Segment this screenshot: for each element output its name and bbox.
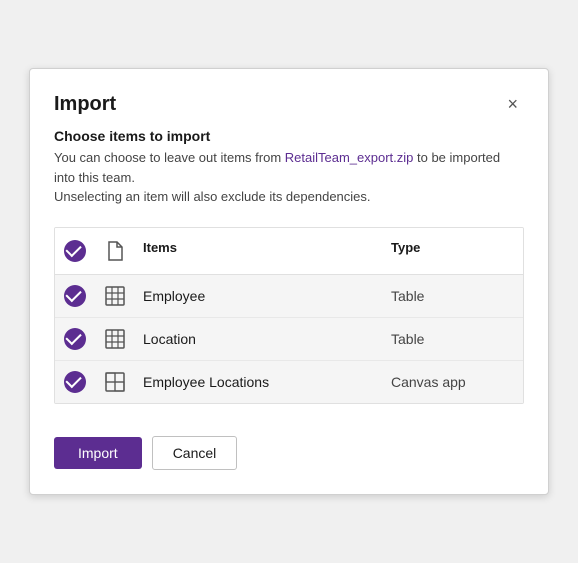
header-check-cell <box>55 236 95 266</box>
row1-icon <box>95 286 135 306</box>
table-header: Items Type <box>55 228 523 275</box>
cancel-button[interactable]: Cancel <box>152 436 238 470</box>
row1-checkmark <box>64 285 86 307</box>
row3-icon <box>95 372 135 392</box>
dialog-subtitle: Choose items to import <box>54 128 524 144</box>
row1-type: Table <box>383 288 523 304</box>
import-button[interactable]: Import <box>54 437 142 469</box>
row2-checkmark <box>64 328 86 350</box>
row2-check[interactable] <box>55 328 95 350</box>
header-file-icon <box>106 241 124 261</box>
header-type: Type <box>383 236 523 266</box>
row3-checkmark <box>64 371 86 393</box>
row2-icon <box>95 329 135 349</box>
header-items: Items <box>135 236 383 266</box>
dialog-title: Import <box>54 93 116 116</box>
row3-check[interactable] <box>55 371 95 393</box>
items-table: Items Type Employee Table <box>54 227 524 404</box>
description-line2: Unselecting an item will also exclude it… <box>54 189 371 204</box>
table-row: Location Table <box>55 318 523 361</box>
dialog-header: Import × <box>54 93 524 116</box>
canvas-icon <box>105 372 125 392</box>
table-icon <box>105 286 125 306</box>
description-file: RetailTeam_export.zip <box>285 150 414 165</box>
row2-type: Table <box>383 331 523 347</box>
header-checkmark <box>64 240 86 262</box>
table-icon <box>105 329 125 349</box>
table-row: Employee Table <box>55 275 523 318</box>
row3-type: Canvas app <box>383 374 523 390</box>
row1-check[interactable] <box>55 285 95 307</box>
header-icon-cell <box>95 236 135 266</box>
row2-name: Location <box>135 331 383 347</box>
row1-name: Employee <box>135 288 383 304</box>
close-button[interactable]: × <box>501 93 524 115</box>
dialog-description: You can choose to leave out items from R… <box>54 148 524 207</box>
import-dialog: Import × Choose items to import You can … <box>29 68 549 495</box>
dialog-footer: Import Cancel <box>54 436 524 470</box>
description-text1: You can choose to leave out items from <box>54 150 285 165</box>
row3-name: Employee Locations <box>135 374 383 390</box>
table-row: Employee Locations Canvas app <box>55 361 523 403</box>
